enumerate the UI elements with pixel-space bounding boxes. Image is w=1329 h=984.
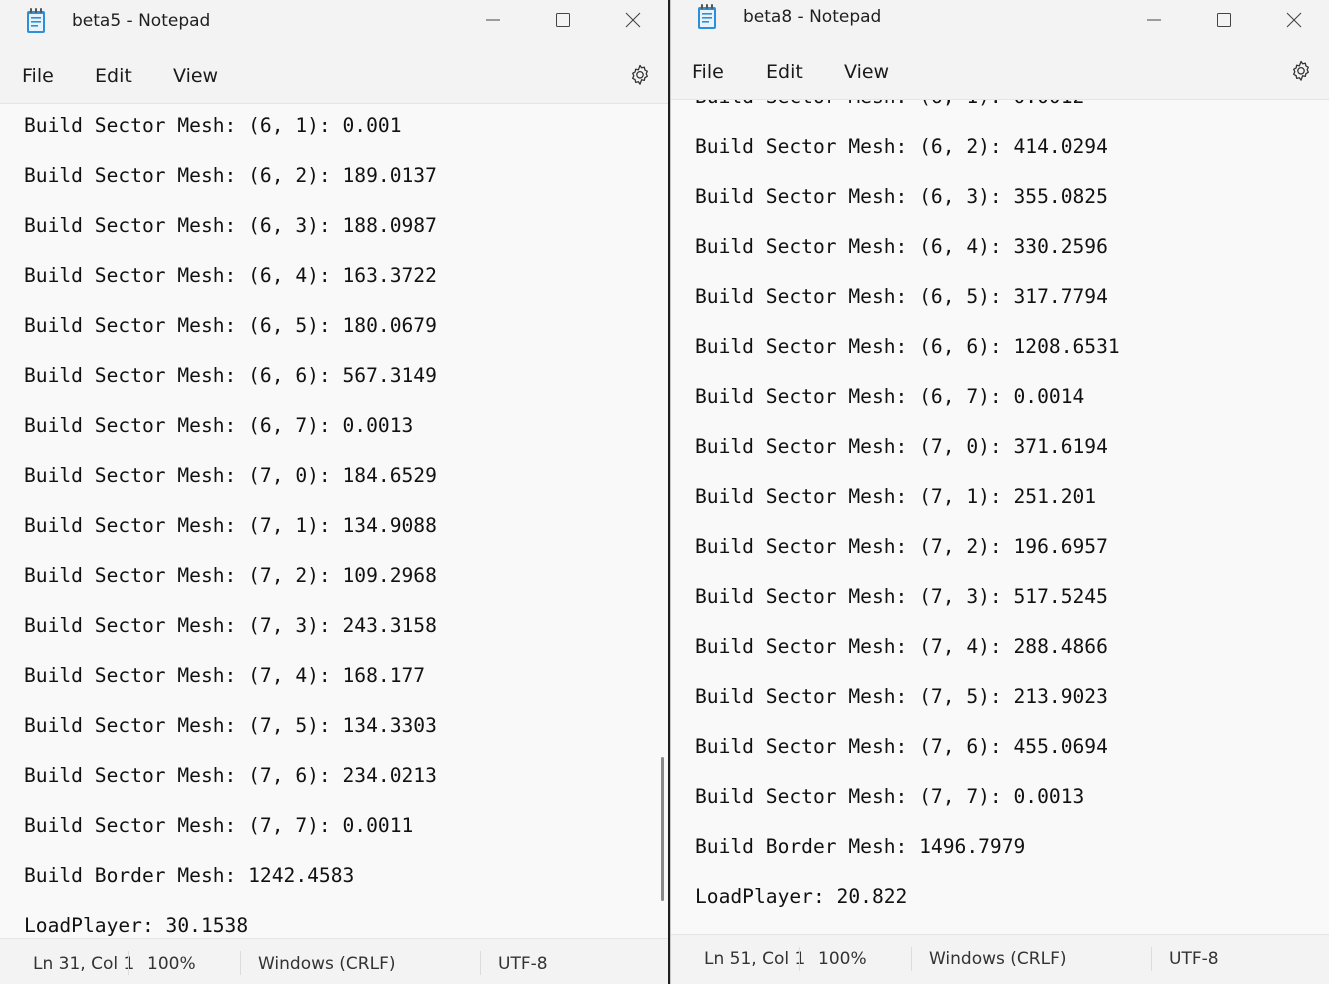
- menu-view[interactable]: View: [844, 61, 889, 83]
- close-icon: [1286, 12, 1302, 28]
- maximize-button[interactable]: [1189, 0, 1259, 40]
- text-line: Build Sector Mesh: (6, 1): 0.001: [24, 114, 402, 137]
- text-line: Build Sector Mesh: (6, 6): 567.3149: [24, 364, 437, 387]
- editor-text: Build Sector Mesh: (6, 1): 0.001 Build Se…: [24, 113, 437, 938]
- menu-file[interactable]: File: [22, 65, 54, 87]
- text-line: Build Sector Mesh: (7, 2): 196.6957: [695, 535, 1108, 558]
- vertical-scrollbar[interactable]: [661, 757, 664, 901]
- text-line: Build Sector Mesh: (7, 6): 455.0694: [695, 735, 1108, 758]
- text-line: Build Sector Mesh: (6, 4): 163.3722: [24, 264, 437, 287]
- notepad-icon: [27, 8, 45, 33]
- close-icon: [625, 12, 641, 28]
- text-line: LoadPlayer: 20.822: [695, 885, 908, 908]
- zoom-level[interactable]: 100%: [818, 949, 867, 969]
- minimize-icon: [1147, 19, 1161, 21]
- close-button[interactable]: [1259, 0, 1329, 40]
- menu-edit[interactable]: Edit: [766, 61, 803, 83]
- text-line: Build Sector Mesh: (6, 5): 317.7794: [695, 285, 1108, 308]
- text-line: Build Sector Mesh: (6, 1): 0.0012: [695, 100, 1120, 134]
- text-line: Build Sector Mesh: (7, 0): 371.6194: [695, 435, 1108, 458]
- text-line: Build Sector Mesh: (7, 0): 184.6529: [24, 464, 437, 487]
- line-ending[interactable]: Windows (CRLF): [258, 954, 396, 974]
- text-line: Build Sector Mesh: (7, 3): 243.3158: [24, 614, 437, 637]
- close-button[interactable]: [598, 0, 668, 40]
- title-bar[interactable]: beta5 - Notepad: [0, 0, 668, 44]
- notepad-icon: [698, 4, 716, 29]
- maximize-icon: [556, 13, 570, 27]
- text-line: Build Sector Mesh: (6, 2): 189.0137: [24, 164, 437, 187]
- editor-text: Build Sector Mesh: (6, 1): 0.0012Build S…: [695, 100, 1120, 934]
- text-line: Build Sector Mesh: (7, 7): 0.0011: [24, 814, 414, 837]
- menu-edit[interactable]: Edit: [95, 65, 132, 87]
- menu-file[interactable]: File: [692, 61, 724, 83]
- text-line: Build Sector Mesh: (6, 2): 414.0294: [695, 135, 1108, 158]
- menu-view[interactable]: View: [173, 65, 218, 87]
- text-line: Build Sector Mesh: (6, 6): 1208.6531: [695, 335, 1120, 358]
- text-line: Build Sector Mesh: (6, 4): 330.2596: [695, 235, 1108, 258]
- maximize-icon: [1217, 13, 1231, 27]
- text-editor[interactable]: Build Sector Mesh: (6, 1): 0.001 Build Se…: [0, 104, 668, 938]
- text-line: Build Sector Mesh: (6, 5): 180.0679: [24, 314, 437, 337]
- text-line: Build Sector Mesh: (7, 4): 168.177: [24, 664, 426, 687]
- text-line: Build Sector Mesh: (6, 7): 0.0013: [24, 414, 414, 437]
- cursor-position: Ln 51, Col 1: [704, 949, 806, 969]
- encoding[interactable]: UTF-8: [498, 954, 548, 974]
- text-line: Build Sector Mesh: (7, 5): 213.9023: [695, 685, 1108, 708]
- menu-bar: File Edit View: [671, 40, 1329, 100]
- text-line: Build Sector Mesh: (6, 3): 188.0987: [24, 214, 437, 237]
- text-editor[interactable]: Build Sector Mesh: (6, 1): 0.0012Build S…: [671, 100, 1329, 934]
- zoom-level[interactable]: 100%: [147, 954, 196, 974]
- menu-bar: File Edit View: [0, 44, 668, 104]
- text-line: Build Sector Mesh: (7, 3): 517.5245: [695, 585, 1108, 608]
- notepad-window-beta8[interactable]: beta8 - Notepad File Edit View Build Sec…: [670, 0, 1329, 984]
- text-line: LoadPlayer: 30.1538: [24, 914, 249, 937]
- line-ending[interactable]: Windows (CRLF): [929, 949, 1067, 969]
- gear-icon[interactable]: [1289, 59, 1313, 83]
- status-bar: Ln 31, Col 1 100% Windows (CRLF) UTF-8: [0, 938, 668, 984]
- minimize-icon: [486, 19, 500, 21]
- text-line: Build Sector Mesh: (6, 7): 0.0014: [695, 385, 1085, 408]
- title-bar[interactable]: beta8 - Notepad: [671, 0, 1329, 44]
- text-line: Build Sector Mesh: (7, 6): 234.0213: [24, 764, 437, 787]
- maximize-button[interactable]: [528, 0, 598, 40]
- text-line: Build Sector Mesh: (7, 2): 109.2968: [24, 564, 437, 587]
- gear-icon[interactable]: [628, 63, 652, 87]
- text-line: Build Border Mesh: 1496.7979: [695, 835, 1026, 858]
- window-title: beta5 - Notepad: [72, 11, 211, 31]
- status-bar: Ln 51, Col 1 100% Windows (CRLF) UTF-8: [671, 934, 1329, 984]
- minimize-button[interactable]: [458, 0, 528, 40]
- text-line: Build Sector Mesh: (7, 5): 134.3303: [24, 714, 437, 737]
- text-line: Build Border Mesh: 1242.4583: [24, 864, 355, 887]
- text-line: Build Sector Mesh: (7, 1): 251.201: [695, 485, 1097, 508]
- encoding[interactable]: UTF-8: [1169, 949, 1219, 969]
- text-line: Build Sector Mesh: (7, 4): 288.4866: [695, 635, 1108, 658]
- notepad-window-beta5[interactable]: beta5 - Notepad File Edit View Build Sec…: [0, 0, 668, 984]
- minimize-button[interactable]: [1119, 0, 1189, 40]
- text-line: Build Sector Mesh: (6, 3): 355.0825: [695, 185, 1108, 208]
- window-title: beta8 - Notepad: [743, 7, 882, 27]
- cursor-position: Ln 31, Col 1: [33, 954, 135, 974]
- text-line: Build Sector Mesh: (7, 7): 0.0013: [695, 785, 1085, 808]
- text-line: Build Sector Mesh: (7, 1): 134.9088: [24, 514, 437, 537]
